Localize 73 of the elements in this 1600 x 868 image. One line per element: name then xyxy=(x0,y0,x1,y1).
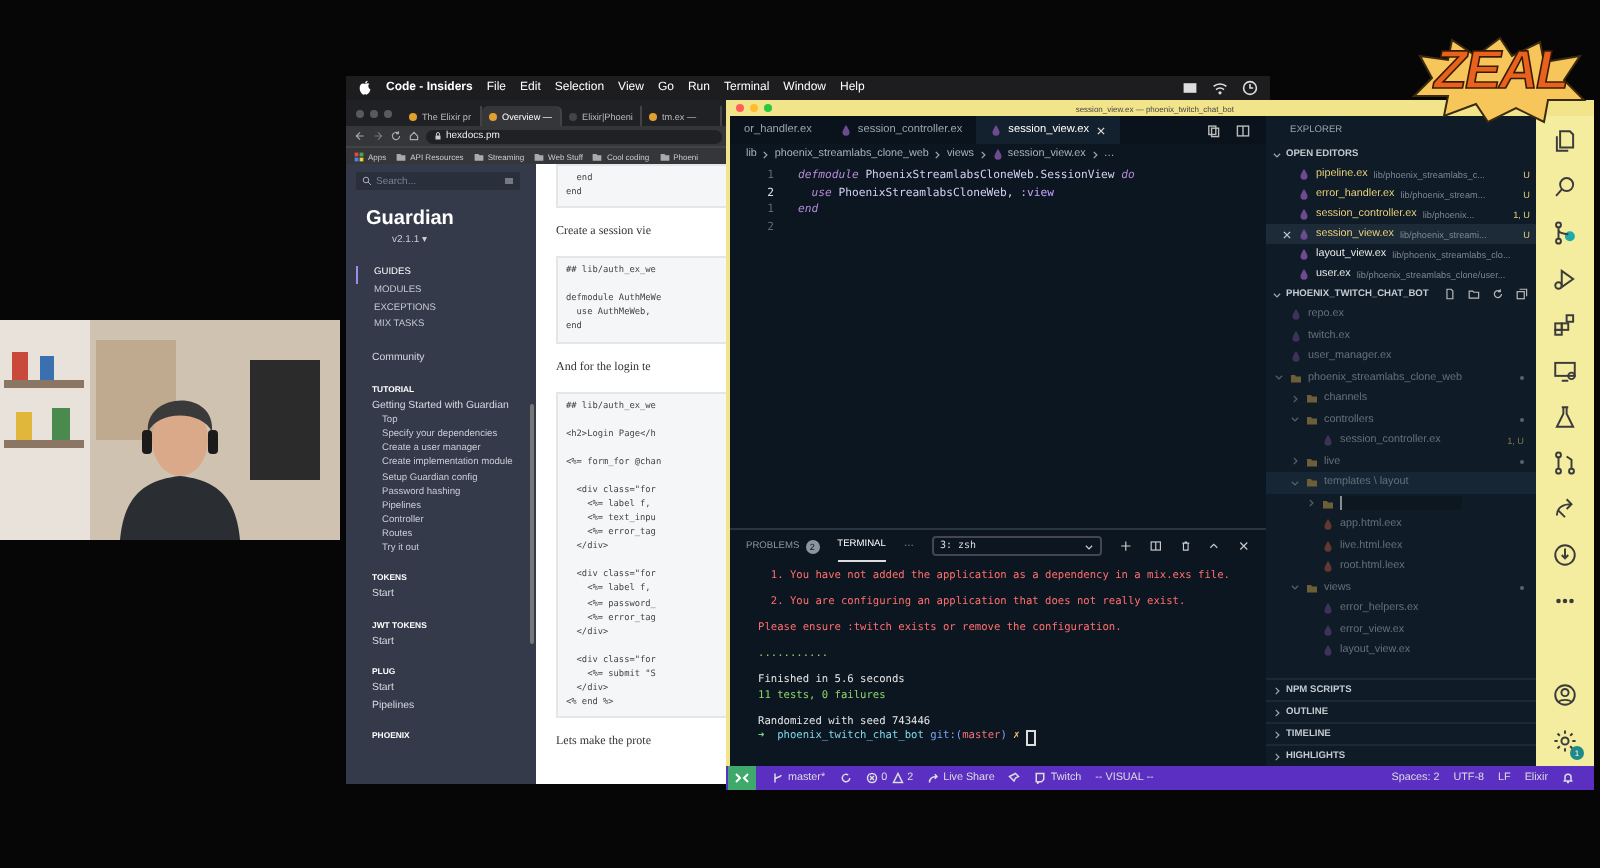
text-cursor xyxy=(1025,730,1036,746)
search-icon[interactable] xyxy=(1552,174,1578,200)
reload-icon[interactable] xyxy=(390,130,402,142)
refresh-icon[interactable] xyxy=(1492,288,1505,300)
error-icon xyxy=(865,772,878,784)
collapse-icon[interactable] xyxy=(1516,288,1528,300)
close-icon[interactable] xyxy=(1282,229,1292,239)
monitor-icon[interactable] xyxy=(1552,358,1578,384)
close-icon[interactable] xyxy=(1095,125,1106,135)
folder-icon xyxy=(534,151,545,161)
settings-icon[interactable] xyxy=(1552,728,1578,754)
back-icon[interactable] xyxy=(354,130,366,142)
warning-icon xyxy=(891,772,904,784)
plus-icon[interactable] xyxy=(1120,540,1132,552)
new-file-icon[interactable] xyxy=(1444,288,1457,300)
chevron-icon xyxy=(1272,707,1282,717)
chevron-icon xyxy=(1290,582,1300,593)
favicon-icon xyxy=(648,111,658,121)
favicon-icon xyxy=(408,111,418,121)
lock-icon xyxy=(434,132,442,140)
sync-icon[interactable] xyxy=(839,772,852,784)
extensions-icon[interactable] xyxy=(1552,312,1578,338)
share-icon xyxy=(927,772,940,784)
chevron-icon xyxy=(1272,685,1282,695)
display-icon[interactable] xyxy=(1182,80,1198,96)
chevron-icon xyxy=(932,149,943,159)
branch-icon xyxy=(772,772,784,784)
modified-dot xyxy=(1519,375,1524,380)
chevron-icon xyxy=(1272,729,1282,739)
clock-icon[interactable] xyxy=(1242,80,1258,96)
modified-dot xyxy=(1519,585,1524,590)
file-icon xyxy=(839,124,852,136)
chevron-icon xyxy=(1272,751,1282,761)
favicon-icon xyxy=(488,111,498,121)
compare-icon[interactable] xyxy=(1206,123,1220,137)
trash-icon[interactable] xyxy=(1179,540,1191,552)
remote-icon[interactable] xyxy=(726,766,758,790)
bell-icon[interactable] xyxy=(1562,772,1574,784)
chevron-icon xyxy=(760,149,771,159)
share-icon[interactable] xyxy=(1552,496,1578,522)
files-icon[interactable] xyxy=(1552,128,1578,154)
close-icon[interactable] xyxy=(1238,540,1250,552)
chat-icon xyxy=(1034,772,1047,784)
run-icon[interactable] xyxy=(1552,266,1578,292)
home-icon[interactable] xyxy=(408,130,420,142)
apple-icon[interactable] xyxy=(358,80,372,96)
caret-icon xyxy=(1084,541,1095,551)
search-icon xyxy=(362,176,372,186)
folder-icon xyxy=(1306,581,1318,594)
flask-icon[interactable] xyxy=(1552,404,1578,430)
account-icon[interactable] xyxy=(1552,682,1578,708)
wifi-icon[interactable] xyxy=(1212,80,1228,96)
favicon-icon xyxy=(568,111,578,121)
project-title: Guardian xyxy=(366,208,456,230)
chevron-icon xyxy=(1272,289,1282,299)
keyboard-icon xyxy=(504,176,514,186)
source-control-icon[interactable] xyxy=(1552,220,1578,246)
chevron-icon xyxy=(1089,149,1100,159)
split-icon[interactable] xyxy=(1149,540,1162,552)
split-editor-icon[interactable] xyxy=(1236,123,1250,137)
pin-icon[interactable] xyxy=(1008,772,1021,784)
new-folder-icon[interactable] xyxy=(1468,288,1481,300)
modified-dot xyxy=(1519,459,1524,464)
modified-dot xyxy=(1519,417,1524,422)
chevron-icon xyxy=(977,149,988,159)
pull-request-icon[interactable] xyxy=(1552,450,1578,476)
logo: ZEAL xyxy=(1434,44,1567,98)
name-input[interactable] xyxy=(1340,496,1462,511)
chevron-up-icon[interactable] xyxy=(1208,540,1221,552)
file-icon xyxy=(1322,434,1334,447)
chevron-icon xyxy=(1272,149,1282,159)
apps-icon xyxy=(354,151,364,161)
scrollbar[interactable] xyxy=(530,404,534,644)
